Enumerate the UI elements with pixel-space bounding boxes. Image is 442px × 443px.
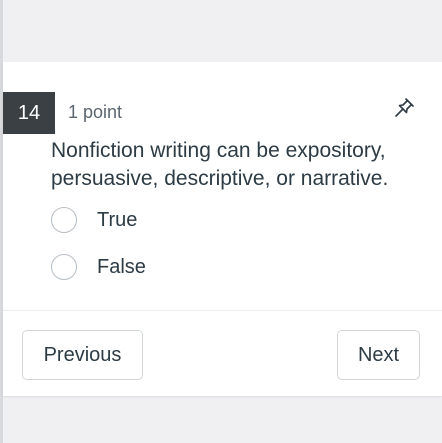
answer-label[interactable]: True <box>97 209 137 232</box>
answer-label[interactable]: False <box>97 256 146 279</box>
question-number: 14 <box>3 92 55 134</box>
answer-option-true[interactable]: True <box>51 203 137 237</box>
answer-option-false[interactable]: False <box>51 250 146 284</box>
question-points: 1 point <box>68 102 123 122</box>
next-button[interactable]: Next <box>337 330 420 380</box>
radio-button-true[interactable] <box>51 207 77 233</box>
pin-icon[interactable] <box>392 96 416 120</box>
question-text: Nonfiction writing can be expository, pe… <box>51 139 389 190</box>
previous-button[interactable]: Previous <box>22 330 143 380</box>
divider <box>3 310 442 311</box>
radio-button-false[interactable] <box>51 254 77 280</box>
question-card: 14 1 point Nonfiction writing can be exp… <box>3 62 442 396</box>
